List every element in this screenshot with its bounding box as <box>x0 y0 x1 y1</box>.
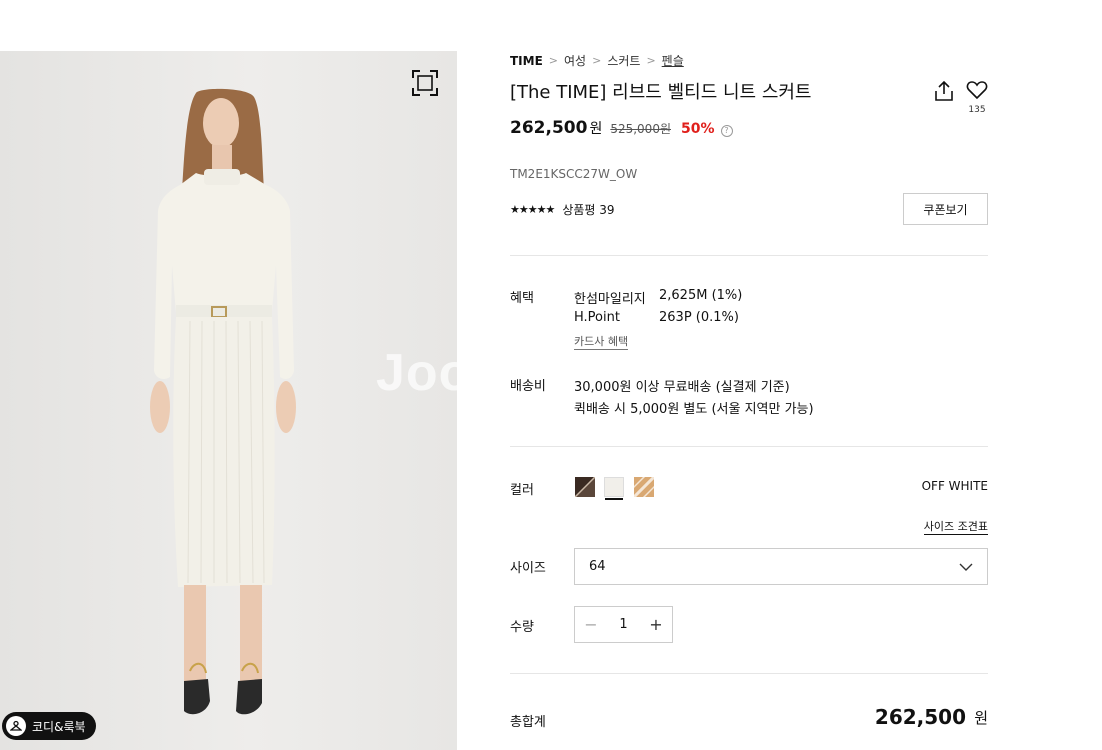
total-row: 총합계 262,500 원 <box>510 705 988 735</box>
heart-icon <box>966 81 988 100</box>
color-label: 컬러 <box>510 483 534 498</box>
color-swatch-camel[interactable] <box>634 477 654 497</box>
selected-color-name: OFF WHITE <box>921 479 988 493</box>
divider <box>510 255 988 256</box>
size-label: 사이즈 <box>510 561 546 576</box>
minus-icon[interactable]: − <box>575 607 607 642</box>
product-image-gallery[interactable]: Joo 코디&룩북 <box>0 51 457 750</box>
product-info-panel: TIME > 여성 > 스커트 > 펜슬 [The TIME] 리브드 벨티드 … <box>510 0 988 750</box>
benefit-hpoint-name: H.Point <box>574 310 620 325</box>
shipping-line-quick: 퀵배송 시 5,000원 별도 (서울 지역만 가능) <box>574 402 814 417</box>
chevron-right-icon: > <box>592 54 602 67</box>
price-row: 262,500 원 525,000원 50% ? <box>510 118 733 138</box>
chevron-right-icon: > <box>646 54 656 67</box>
benefit-mileage-value: 2,625M (1%) <box>659 288 743 303</box>
hanger-icon <box>6 716 26 736</box>
quantity-value[interactable]: 1 <box>619 617 627 632</box>
star-rating-icon: ★★★★★ <box>510 203 555 216</box>
color-swatch-dark-brown[interactable] <box>575 477 595 497</box>
total-unit: 원 <box>974 709 988 727</box>
breadcrumb-item-pencil[interactable]: 펜슬 <box>662 52 684 69</box>
breadcrumb: TIME > 여성 > 스커트 > 펜슬 <box>510 52 684 69</box>
quantity-stepper: − 1 + <box>574 606 673 643</box>
question-icon[interactable]: ? <box>720 125 733 137</box>
watermark-text: Joo <box>376 344 457 402</box>
like-count: 135 <box>968 105 986 115</box>
coordi-label: 코디&룩북 <box>32 719 86 734</box>
quantity-label: 수량 <box>510 620 534 635</box>
share-icon[interactable] <box>933 80 955 102</box>
breadcrumb-item-brand[interactable]: TIME <box>510 54 543 68</box>
coordi-lookbook-button[interactable]: 코디&룩북 <box>2 712 96 740</box>
breadcrumb-item-skirt[interactable]: 스커트 <box>607 52 640 69</box>
color-swatch-off-white[interactable] <box>604 477 624 500</box>
plus-icon[interactable]: + <box>640 607 672 642</box>
benefit-mileage-name: 한섬마일리지 <box>574 292 646 307</box>
review-count[interactable]: 상품평 39 <box>562 201 614 218</box>
breadcrumb-item-women[interactable]: 여성 <box>564 52 586 69</box>
size-guide-link[interactable]: 사이즈 조견표 <box>923 520 988 535</box>
total-label: 총합계 <box>510 715 546 730</box>
price-unit: 원 <box>589 121 603 137</box>
size-value: 64 <box>589 559 606 574</box>
fullscreen-icon[interactable] <box>412 70 438 96</box>
divider <box>510 446 988 447</box>
total-price: 262,500 <box>874 705 966 729</box>
product-code: TM2E1KSCC27W_OW <box>510 167 638 181</box>
benefit-label: 혜택 <box>510 291 534 306</box>
original-price: 525,000원 <box>610 122 671 136</box>
rating-row[interactable]: ★★★★★ 상품평 39 <box>510 201 615 218</box>
divider <box>510 673 988 674</box>
shipping-label: 배송비 <box>510 379 546 394</box>
chevron-down-icon <box>959 563 973 571</box>
like-button[interactable]: 135 <box>965 80 989 115</box>
size-select[interactable]: 64 <box>574 548 988 585</box>
chevron-right-icon: > <box>548 54 559 67</box>
discount-rate: 50% <box>681 121 715 137</box>
card-benefit-link[interactable]: 카드사 혜택 <box>574 335 629 350</box>
shipping-line-free: 30,000원 이상 무료배송 (실결제 기준) <box>574 380 790 395</box>
benefit-hpoint-value: 263P (0.1%) <box>659 310 739 325</box>
product-title: [The TIME] 리브드 벨티드 니트 스커트 <box>510 82 812 103</box>
coupon-button[interactable]: 쿠폰보기 <box>903 193 988 225</box>
sale-price: 262,500 <box>510 118 588 138</box>
